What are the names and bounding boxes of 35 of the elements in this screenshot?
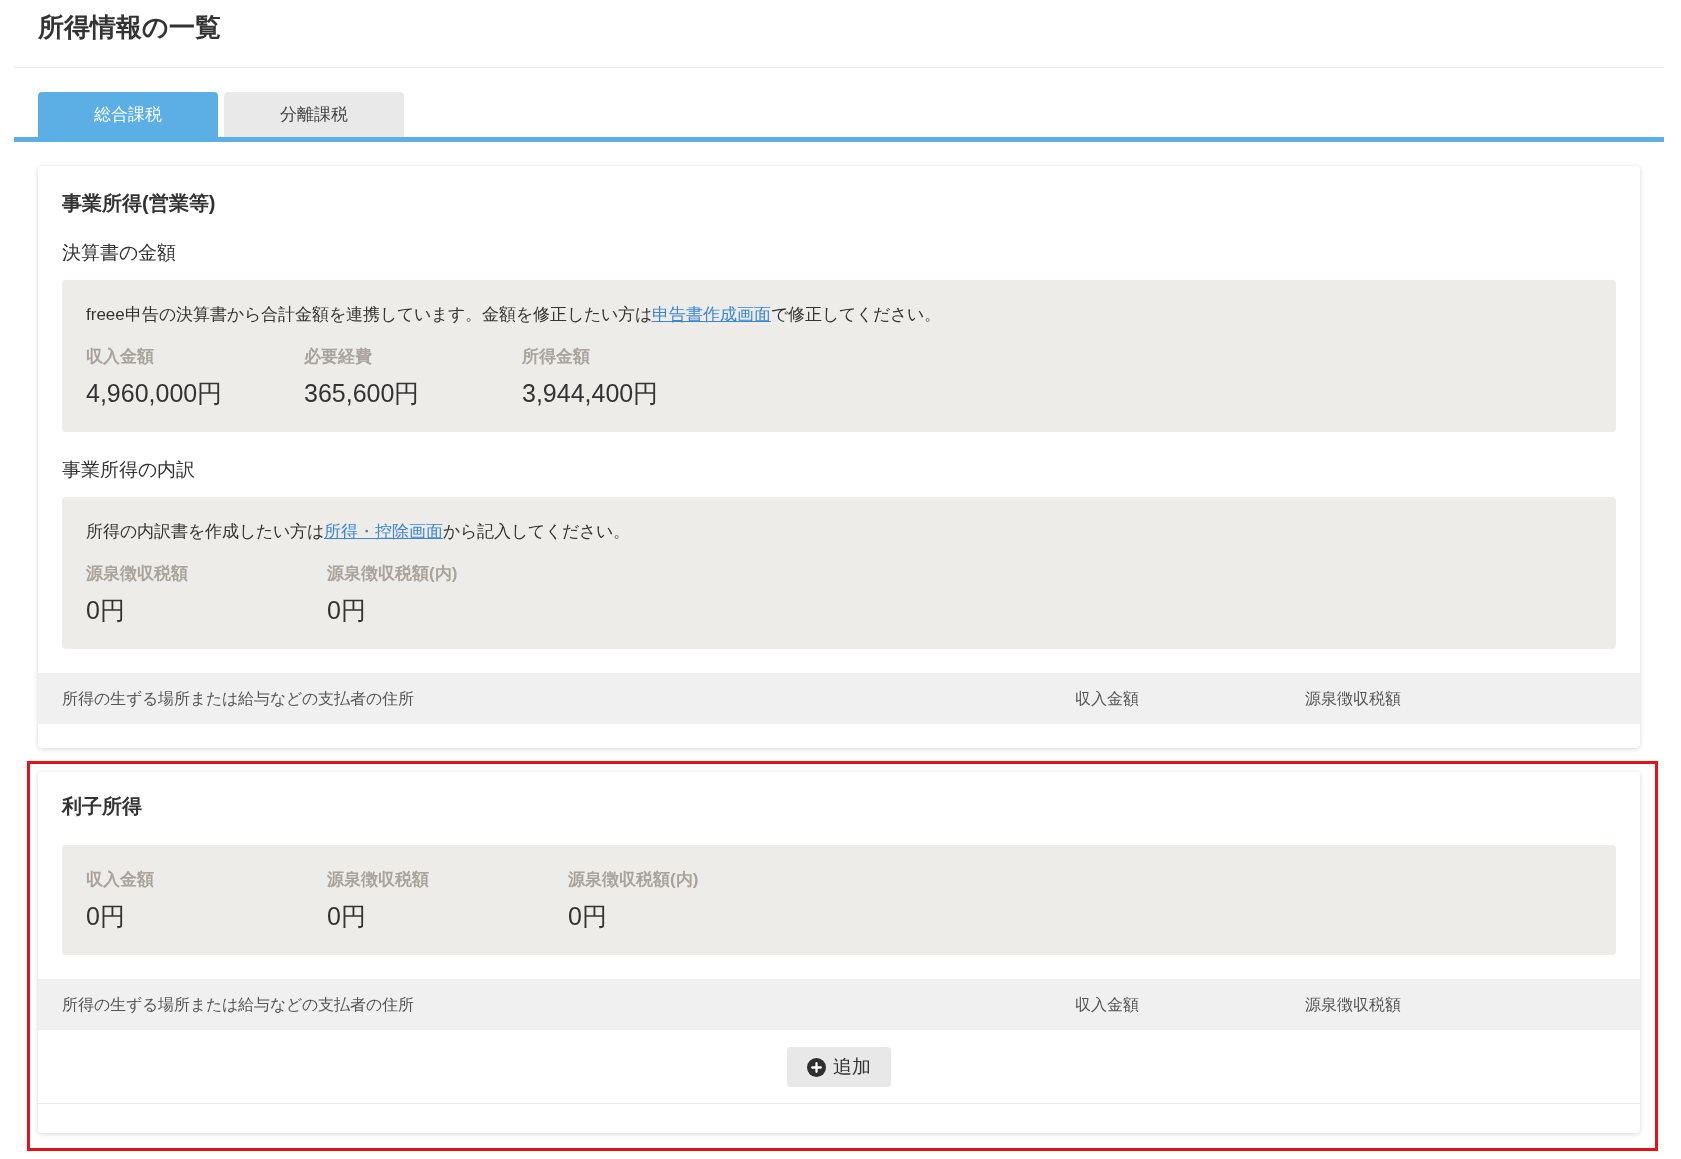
link[interactable]: 所得・控除画面 <box>324 522 443 541</box>
amount-value: 0円 <box>86 595 126 626</box>
notice-text: 所得の内訳書を作成したい方は所得・控除画面から記入してください。 <box>86 521 631 543</box>
amount-value: 4,960,000円 <box>86 378 224 409</box>
plus-circle-icon <box>807 1057 826 1077</box>
field-label: 必要経費 <box>304 346 373 368</box>
tab[interactable]: 総合課税 <box>38 92 218 137</box>
field-label: 源泉徴収税額(内) <box>568 869 700 891</box>
column-header: 所得の生ずる場所または給与などの支払者の住所 <box>62 994 414 1015</box>
column-header: 収入金額 <box>1075 994 1139 1015</box>
amount-value: 0円 <box>327 901 367 932</box>
add-button[interactable]: 追加 <box>787 1047 891 1087</box>
column-header: 源泉徴収税額 <box>1305 688 1401 709</box>
field-label: 収入金額 <box>86 869 155 891</box>
amount-value: 0円 <box>327 595 367 626</box>
column-header: 所得の生ずる場所または給与などの支払者の住所 <box>62 688 414 709</box>
amount-value: 0円 <box>568 901 608 932</box>
field-label: 収入金額 <box>86 346 155 368</box>
subsection-heading: 事業所得の内訳 <box>62 458 196 482</box>
page-title: 所得情報の一覧 <box>38 10 221 44</box>
amount-value: 3,944,400円 <box>522 378 660 409</box>
amount-value: 0円 <box>86 901 126 932</box>
field-label: 源泉徴収税額(内) <box>327 563 459 585</box>
column-header: 収入金額 <box>1075 688 1139 709</box>
column-header: 源泉徴収税額 <box>1305 994 1401 1015</box>
field-label: 源泉徴収税額 <box>327 869 430 891</box>
card-title: 事業所得(営業等) <box>62 191 217 216</box>
field-label: 所得金額 <box>522 346 591 368</box>
tab[interactable]: 分離課税 <box>224 92 404 137</box>
card-title: 利子所得 <box>62 794 143 819</box>
link[interactable]: 申告書作成画面 <box>651 305 771 324</box>
field-label: 源泉徴収税額 <box>86 563 189 585</box>
subsection-heading: 決算書の金額 <box>62 241 177 265</box>
amount-value: 365,600円 <box>304 378 421 409</box>
notice-text: freee申告の決算書から合計金額を連携しています。金額を修正したい方は申告書作成画面で修正してください。 <box>86 304 942 326</box>
